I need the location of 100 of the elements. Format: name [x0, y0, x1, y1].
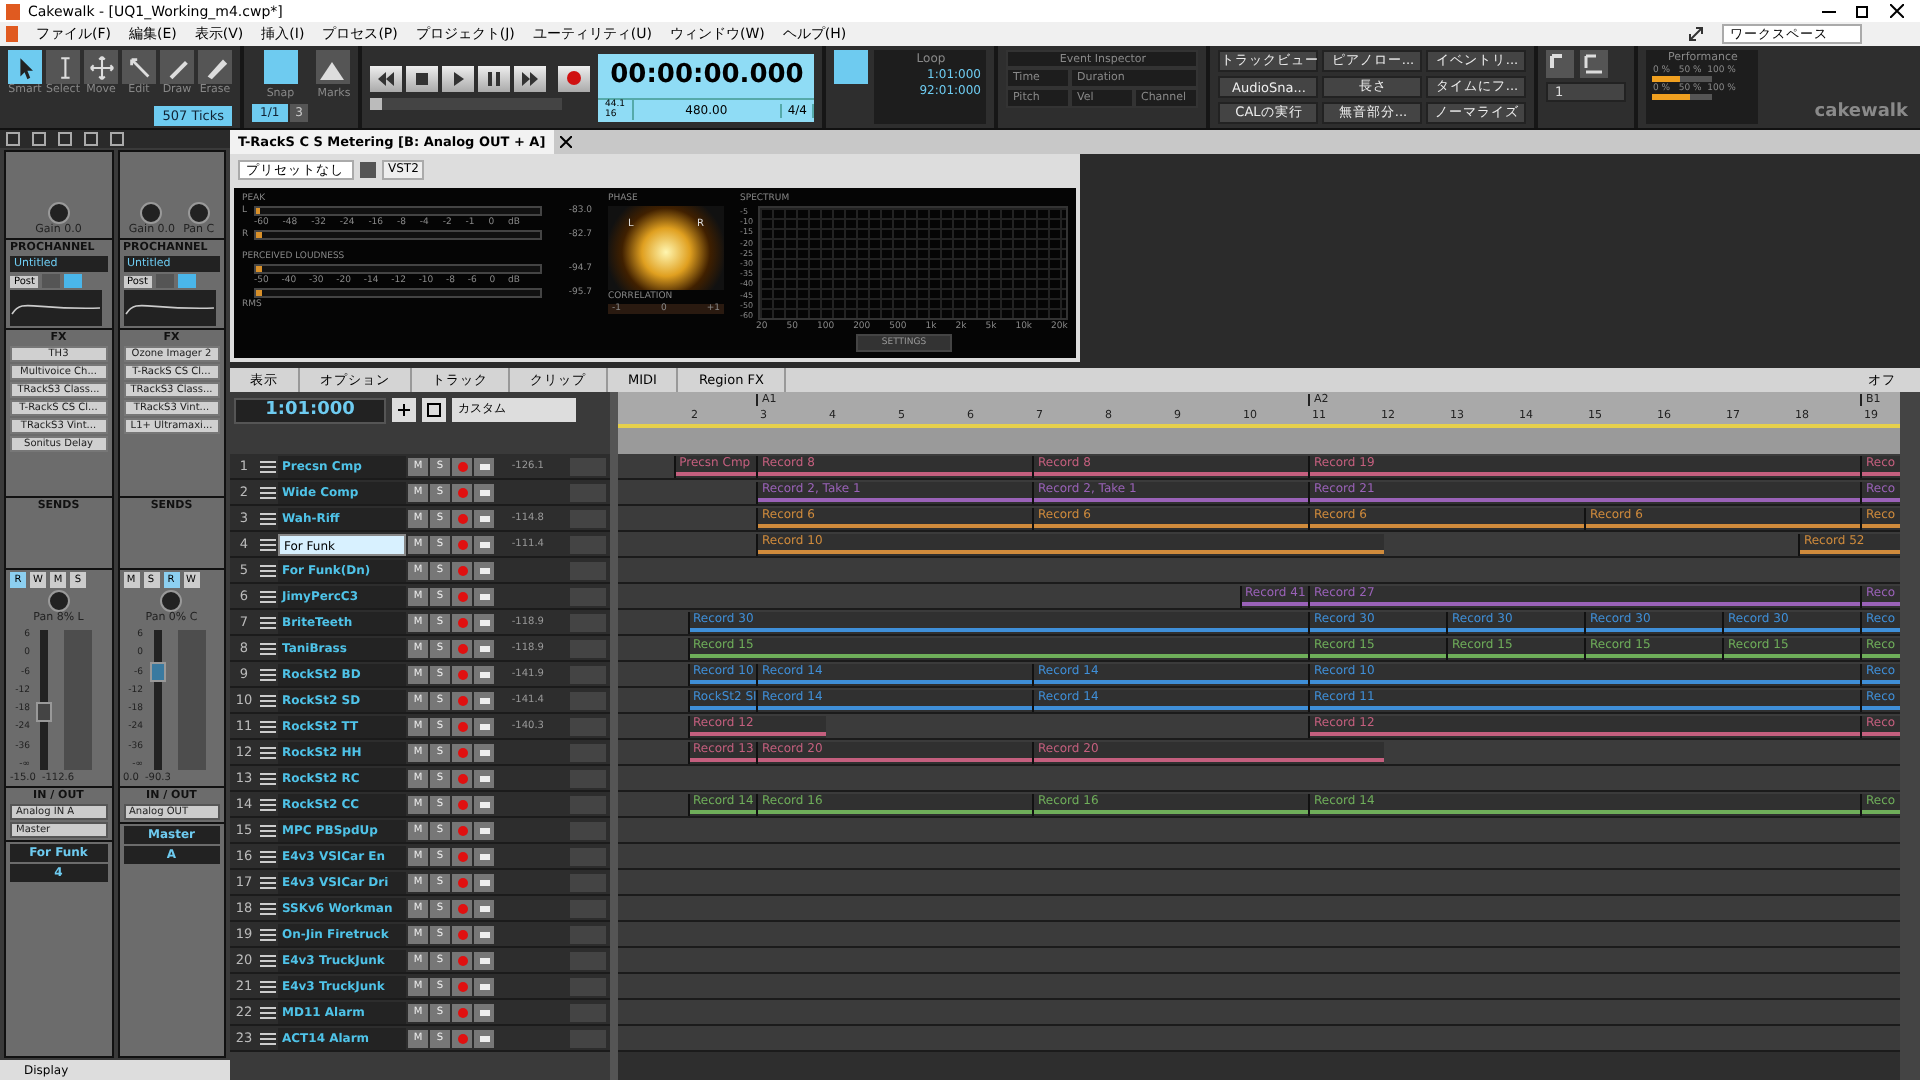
track-meter: [570, 717, 606, 735]
record-button[interactable]: [558, 65, 591, 91]
echo-icon: [479, 775, 489, 781]
echo-icon: [479, 671, 489, 677]
record-icon: [457, 825, 467, 835]
echo-icon: [479, 541, 489, 547]
rewind-button[interactable]: [370, 65, 403, 91]
time-counter: 00:00:00.000: [608, 57, 806, 93]
grid-icon[interactable]: [422, 398, 446, 422]
pan-knob[interactable]: [47, 590, 70, 612]
echo-icon: [479, 1035, 489, 1041]
track-meter: [570, 743, 606, 761]
sliders-icon[interactable]: [260, 771, 276, 785]
mountain-icon[interactable]: [316, 50, 351, 84]
sliders-icon[interactable]: [260, 1005, 276, 1019]
record-icon: [457, 669, 467, 679]
echo-icon: [479, 879, 489, 885]
close-icon[interactable]: [559, 136, 572, 148]
play-button[interactable]: [442, 65, 475, 91]
echo-icon: [479, 567, 489, 573]
echo-icon: [479, 697, 489, 703]
record-icon: [457, 799, 467, 809]
sliders-icon[interactable]: [260, 693, 276, 707]
play-icon: [450, 71, 467, 85]
snap-button[interactable]: [263, 50, 298, 84]
sliders-icon[interactable]: [260, 719, 276, 733]
track-meter: [570, 1003, 606, 1021]
track-meter: [570, 613, 606, 631]
record-icon: [457, 695, 467, 705]
sliders-icon[interactable]: [260, 563, 276, 577]
level-meter: [64, 630, 92, 770]
record-icon: [457, 1033, 467, 1043]
echo-icon: [479, 619, 489, 625]
sliders-icon[interactable]: [260, 485, 276, 499]
record-icon: [457, 773, 467, 783]
sliders-icon[interactable]: [260, 667, 276, 681]
now-time[interactable]: 1:01:000: [234, 398, 386, 424]
echo-icon: [479, 593, 489, 599]
sliders-icon[interactable]: [260, 823, 276, 837]
sliders-icon[interactable]: [260, 615, 276, 629]
fader-handle[interactable]: [149, 662, 165, 683]
knob[interactable]: [187, 202, 210, 224]
fader-handle[interactable]: [36, 701, 52, 722]
level-meter: [177, 630, 205, 770]
sliders-icon[interactable]: [260, 511, 276, 525]
echo-icon: [479, 827, 489, 833]
track-meter: [570, 977, 606, 995]
sliders-icon[interactable]: [260, 641, 276, 655]
track-meter: [570, 1029, 606, 1047]
save-icon[interactable]: [360, 161, 376, 177]
close-icon[interactable]: [1890, 4, 1904, 18]
record-icon: [457, 877, 467, 887]
record-icon: [457, 539, 467, 549]
stop-icon: [414, 71, 431, 85]
document-icon: [6, 26, 18, 42]
echo-icon: [479, 463, 489, 469]
echo-icon: [479, 853, 489, 859]
sliders-icon[interactable]: [260, 459, 276, 473]
fast-forward-button[interactable]: [514, 65, 547, 91]
vertical-scrollbar[interactable]: [1900, 392, 1920, 1080]
loop-button[interactable]: [834, 50, 869, 84]
record-icon: [457, 955, 467, 965]
track-meter: [570, 639, 606, 657]
track-meter: [570, 509, 606, 527]
restore-icon[interactable]: [1856, 4, 1870, 18]
record-icon: [566, 70, 583, 86]
pan-knob[interactable]: [160, 590, 183, 612]
sliders-icon[interactable]: [260, 979, 276, 993]
sliders-icon[interactable]: [260, 901, 276, 915]
track-meter: [570, 457, 606, 475]
echo-icon: [479, 957, 489, 963]
record-icon: [457, 643, 467, 653]
position-slider[interactable]: [370, 97, 563, 109]
expand-icon[interactable]: [1688, 26, 1704, 42]
sliders-icon[interactable]: [260, 875, 276, 889]
pause-button[interactable]: [478, 65, 511, 91]
sliders-icon[interactable]: [260, 953, 276, 967]
sliders-icon[interactable]: [260, 537, 276, 551]
record-icon: [457, 851, 467, 861]
sliders-icon[interactable]: [260, 927, 276, 941]
add-icon[interactable]: [392, 398, 416, 422]
track-meter: [570, 821, 606, 839]
knob[interactable]: [47, 202, 70, 224]
sliders-icon[interactable]: [260, 589, 276, 603]
layout-icon[interactable]: [1580, 50, 1609, 78]
echo-icon: [479, 801, 489, 807]
track-meter: [570, 561, 606, 579]
sliders-icon[interactable]: [260, 1031, 276, 1045]
sliders-icon[interactable]: [260, 849, 276, 863]
slider-thumb[interactable]: [370, 97, 383, 109]
record-icon: [457, 1007, 467, 1017]
sliders-icon[interactable]: [260, 797, 276, 811]
knob[interactable]: [140, 202, 163, 224]
stop-button[interactable]: [406, 65, 439, 91]
record-icon: [457, 903, 467, 913]
record-icon: [457, 565, 467, 575]
track-meter: [570, 483, 606, 501]
sliders-icon[interactable]: [260, 745, 276, 759]
record-icon: [457, 929, 467, 939]
layout-icon[interactable]: [1546, 50, 1575, 78]
